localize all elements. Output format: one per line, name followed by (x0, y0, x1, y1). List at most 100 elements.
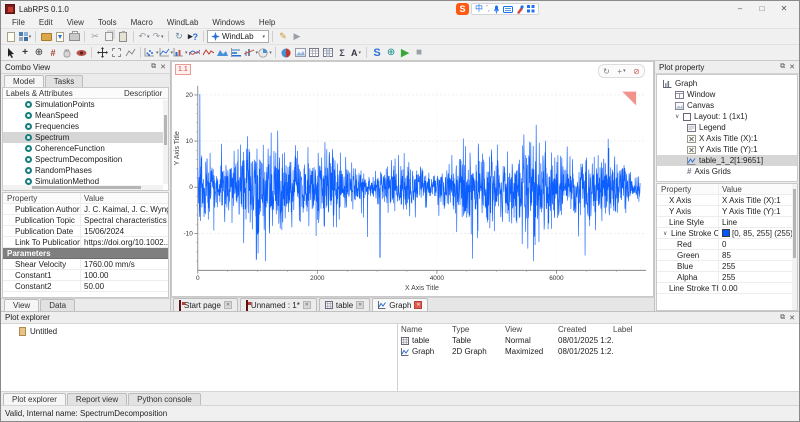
text-a-icon[interactable]: A▾ (349, 46, 363, 60)
pointer-icon[interactable] (4, 46, 18, 60)
center-target-icon[interactable]: ⊕ (32, 46, 46, 60)
property-row[interactable]: Alpha255 (657, 272, 797, 283)
sogou-logo-icon[interactable]: S (456, 3, 469, 15)
line-plot-icon[interactable]: ▾ (159, 46, 174, 60)
tab-view[interactable]: View (4, 299, 39, 311)
property-row[interactable]: Shear Velocity1760.00 mm/s (3, 259, 168, 270)
property-grid-scrollbar[interactable] (792, 184, 797, 310)
objects-column-created[interactable]: Created (558, 325, 613, 334)
s-letter-icon[interactable]: S (370, 46, 384, 60)
close-tab-icon[interactable]: ✕ (356, 301, 364, 309)
objects-column-name[interactable]: Name (398, 325, 452, 334)
property-row[interactable]: Publication TopicSpectral characteristic… (3, 215, 168, 226)
grid-hash-icon[interactable]: # (46, 46, 60, 60)
stop-icon[interactable]: ■ (412, 46, 426, 60)
object-row-Graph[interactable]: Graph2D GraphMaximized08/01/2025 1:2... (398, 346, 799, 357)
minimize-window-button[interactable]: – (729, 1, 751, 17)
workbench-selector[interactable]: WindLab▾ (207, 30, 269, 43)
menu-view[interactable]: View (60, 18, 91, 27)
float-panel-icon[interactable]: ⧉ (780, 314, 785, 322)
redo-icon[interactable]: ↷▾ (151, 30, 165, 44)
plot-node-axis-grids[interactable]: #Axis Grids (657, 166, 797, 177)
description-column-header[interactable]: Descriptior (121, 88, 168, 98)
close-panel-icon[interactable]: ✕ (160, 63, 166, 71)
property-row[interactable]: Y AxisY Axis Title (Y):1 (657, 206, 797, 217)
keyboard-icon[interactable] (503, 6, 513, 13)
value-column-header[interactable]: Value (81, 194, 168, 203)
new-file-icon[interactable] (4, 30, 18, 44)
save-icon[interactable] (53, 30, 67, 44)
close-panel-icon[interactable]: ✕ (789, 314, 795, 322)
property-row[interactable]: Link To Publicationhttps://doi.org/10.10… (3, 237, 168, 248)
chinese-mode-icon[interactable]: 中 (475, 4, 483, 14)
menu-edit[interactable]: Edit (32, 18, 60, 27)
plot-node-table-1-2-1-9651-[interactable]: table_1_2[1:9651] (657, 155, 797, 166)
move-icon[interactable] (95, 46, 109, 60)
close-tab-icon[interactable]: ✕ (224, 301, 232, 309)
pie-chart-icon[interactable]: ▾ (258, 46, 272, 60)
tab-plot-explorer[interactable]: Plot explorer (3, 393, 66, 405)
refresh-plot-icon[interactable]: ↻ (599, 65, 614, 77)
float-panel-icon[interactable]: ⧉ (780, 63, 785, 71)
menu-windlab[interactable]: WindLab (160, 18, 206, 27)
area-chart-icon[interactable] (216, 46, 230, 60)
expander-icon[interactable]: ∨ (663, 230, 671, 237)
plot-node-canvas[interactable]: Canvas (657, 100, 797, 111)
run-macro-icon[interactable]: ▶ (290, 30, 304, 44)
apps-grid-icon[interactable] (527, 5, 535, 13)
chart-generic-icon[interactable]: ▾ (244, 46, 259, 60)
doc-tab-unnamed-1-[interactable]: Unnamed : 1*✕ (240, 298, 317, 311)
tree-item-spectrumdecomposition[interactable]: SpectrumDecomposition (3, 154, 168, 165)
paste-icon[interactable] (116, 30, 130, 44)
multi-curve-icon[interactable] (188, 46, 202, 60)
object-row-table[interactable]: tableTableNormal08/01/2025 1:2... (398, 335, 799, 346)
menu-macro[interactable]: Macro (124, 18, 160, 27)
refresh-icon[interactable]: ↻ (172, 30, 186, 44)
noise-signal-chart[interactable]: 20100-100200040006000X Axis Title (172, 62, 653, 296)
untitled-plot-item[interactable]: Untitled (1, 326, 397, 337)
objects-column-label[interactable]: Label (613, 325, 799, 334)
undo-icon[interactable]: ↶▾ (137, 30, 151, 44)
tree-item-meanspeed[interactable]: MeanSpeed (3, 110, 168, 121)
tree-vertical-scrollbar[interactable] (163, 100, 168, 184)
tree-item-coherencefunction[interactable]: CoherenceFunction (3, 143, 168, 154)
workbench-grid-icon[interactable]: ▾ (18, 30, 32, 44)
property-row[interactable]: Publication AuthorJ. C. Kaimal, J. C. Wy… (3, 204, 168, 215)
plot-node-window[interactable]: Window (657, 89, 797, 100)
plot-node-y-axis-title-y-1[interactable]: Y Axis Title (Y):1 (657, 144, 797, 155)
objects-column-type[interactable]: Type (452, 325, 505, 334)
property-column-header[interactable]: Property (657, 184, 719, 194)
tree-item-spectrum[interactable]: Spectrum (3, 132, 168, 143)
doc-tab-graph[interactable]: Graph✕ (372, 298, 428, 311)
copy-icon[interactable] (102, 30, 116, 44)
eye-icon[interactable] (74, 46, 88, 60)
tab-model[interactable]: Model (4, 75, 44, 87)
cut-icon[interactable]: ✂ (88, 30, 102, 44)
tab-python-console[interactable]: Python console (128, 393, 201, 405)
close-panel-icon[interactable]: ✕ (789, 63, 795, 71)
red-curve-icon[interactable] (202, 46, 216, 60)
property-row[interactable]: Publication Date15/06/2024 (3, 226, 168, 237)
value-column-header[interactable]: Value (719, 185, 797, 194)
property-row[interactable]: Constant250.00 (3, 281, 168, 292)
polyline-icon[interactable] (123, 46, 137, 60)
close-plot-icon[interactable]: ⊘ (629, 65, 644, 77)
plot-node-graph[interactable]: Graph (657, 78, 797, 89)
objects-column-view[interactable]: View (505, 325, 558, 334)
punctuation-icon[interactable]: ’, (486, 4, 490, 14)
plot-node-layout-1-1x1-[interactable]: ∨Layout: 1 (1x1) (657, 111, 797, 122)
edit-macro-icon[interactable]: ✎ (276, 30, 290, 44)
property-column-header[interactable]: Property (3, 193, 81, 203)
bar-chart-icon[interactable]: ▾ (173, 46, 188, 60)
whatsthis-icon[interactable]: ▸? (186, 30, 200, 44)
plot-node-legend[interactable]: Legend (657, 122, 797, 133)
tree-item-frequencies[interactable]: Frequencies (3, 121, 168, 132)
microphone-icon[interactable] (493, 5, 500, 14)
float-panel-icon[interactable]: ⧉ (151, 63, 156, 71)
tree-horizontal-scrollbar[interactable] (3, 185, 163, 190)
marquee-icon[interactable] (109, 46, 123, 60)
property-row[interactable]: Line StyleLine (657, 217, 797, 228)
labels-column-header[interactable]: Labels & Attributes (3, 88, 121, 98)
scatter-plot-icon[interactable]: ▾ (144, 46, 159, 60)
pan-hand-icon[interactable] (60, 46, 74, 60)
